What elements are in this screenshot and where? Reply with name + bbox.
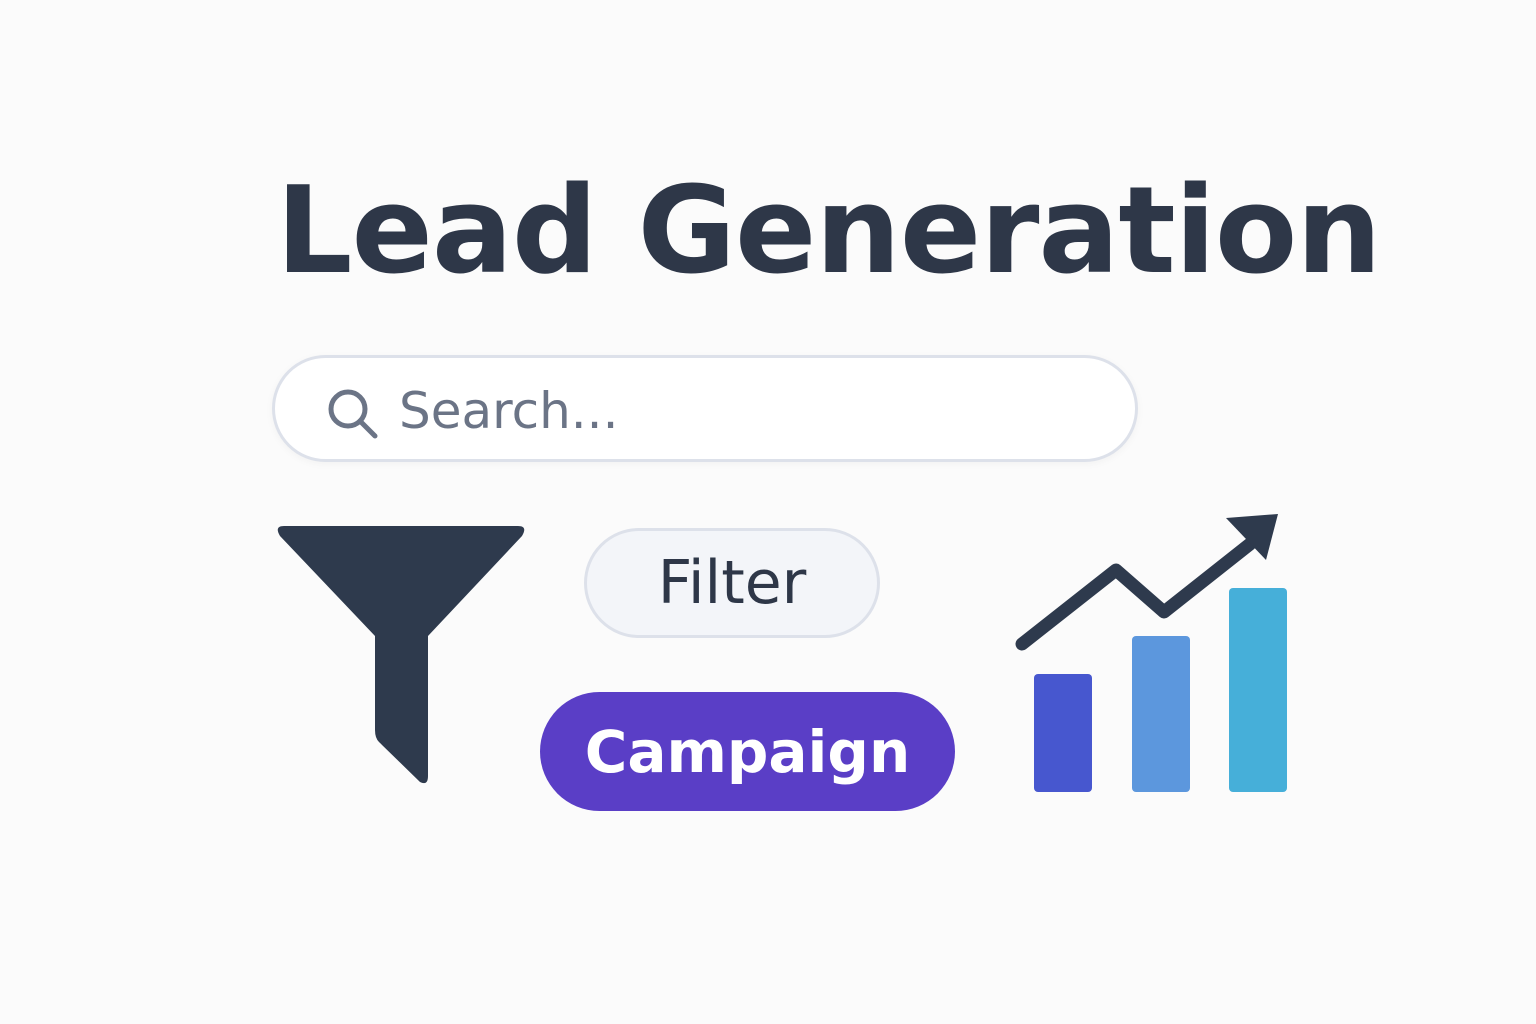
search-icon (328, 389, 378, 439)
growth-bar-1 (1034, 674, 1092, 792)
search-input[interactable] (399, 376, 1099, 446)
campaign-button[interactable]: Campaign (540, 692, 955, 811)
growth-bar-2 (1132, 636, 1190, 792)
page-title: Lead Generation (276, 162, 1382, 301)
growth-chart-icon (1015, 514, 1287, 792)
search-bar[interactable] (272, 355, 1138, 462)
trend-line (1015, 537, 1257, 651)
lead-generation-screen: Lead Generation Filter Campaign (0, 0, 1536, 1024)
filter-button[interactable]: Filter (584, 528, 880, 638)
funnel-icon (277, 526, 525, 784)
growth-bar-3 (1229, 588, 1287, 792)
